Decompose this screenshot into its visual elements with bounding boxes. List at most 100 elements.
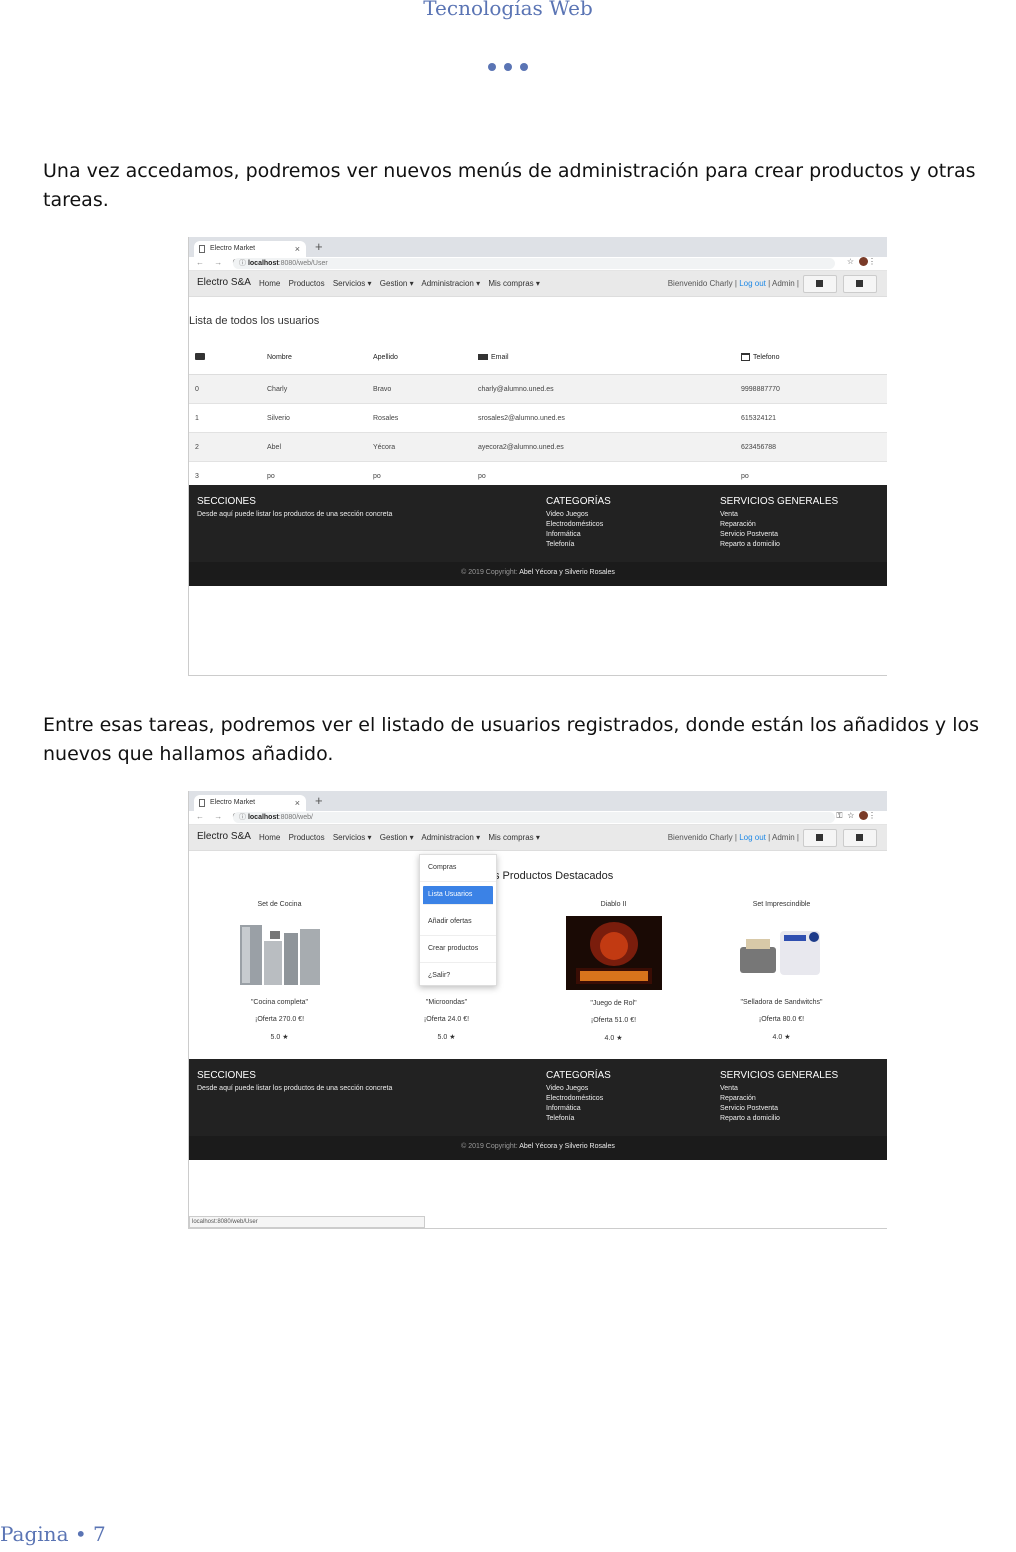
url-host: localhost [247,260,279,267]
nombre-header: Nombre [266,340,372,375]
nav-servicios[interactable]: Servicios ▾ [333,279,372,288]
paragraph-1: Una vez accedamos, podremos ver nuevos m… [43,160,976,211]
categoria-link[interactable]: Electrodomésticos [546,520,611,530]
categoria-link[interactable]: Electrodomésticos [546,1094,611,1104]
address-bar: ← → C ⓘ localhost:8080/web/User ☆ ⋮ [189,257,887,271]
url-path: :8080/web/ [278,814,313,821]
table-row[interactable]: 0 Charly Bravo charly@alumno.uned.es 999… [189,374,887,404]
copyright: © 2019 Copyright: Abel Yécora y Silverio… [189,569,887,576]
nav-mis-compras[interactable]: Mis compras ▾ [488,833,540,842]
close-tab-icon[interactable]: × [295,795,300,811]
menu-item-lista-usuarios[interactable]: Lista Usuarios [423,886,493,905]
categorias-heading: CATEGORÍAS [546,496,611,507]
servicio-link[interactable]: Servicio Postventa [720,530,838,540]
orders-button[interactable] [843,275,877,293]
cell-nombre: Charly [266,374,372,404]
url-field[interactable]: ⓘ localhost:8080/web/User [233,258,835,269]
browser-tab[interactable]: Electro Market × [194,241,306,257]
categoria-link[interactable]: Informática [546,1104,611,1114]
admin-link[interactable]: Admin [772,279,795,288]
servicio-link[interactable]: Reparto a domicilio [720,540,838,550]
profile-avatar[interactable] [859,811,868,821]
nav-productos[interactable]: Productos [289,833,325,842]
cart-button[interactable] [803,275,837,293]
categorias-heading: CATEGORÍAS [546,1070,611,1081]
categoria-link[interactable]: Video Juegos [546,1084,611,1094]
address-bar: ← → C ⓘ localhost:8080/web/ ⚿☆ ⋮ [189,811,887,825]
secciones-heading: SECCIONES [197,1070,256,1081]
product-offer: ¡Oferta 80.0 €! [758,1016,805,1023]
menu-item-crear-productos[interactable]: Crear productos [420,936,496,963]
copyright-names: Abel Yécora y Silverio Rosales [519,569,615,576]
product-rating: 5.0 ★ [437,1034,456,1041]
nav-home[interactable]: Home [259,279,280,288]
footer-categorias: CATEGORÍAS Video Juegos Electrodoméstico… [546,1071,611,1124]
new-tab-button[interactable]: + [315,793,323,808]
table-row[interactable]: 2 Abel Yécora ayecora2@alumno.uned.es 62… [189,432,887,462]
appliances-image [736,921,828,989]
categoria-link[interactable]: Video Juegos [546,510,611,520]
header-dots [0,58,1016,76]
servicio-link[interactable]: Servicio Postventa [720,1104,838,1114]
servicio-link[interactable]: Reparación [720,1094,838,1104]
cart-button[interactable] [803,829,837,847]
nav-administracion[interactable]: Administracion ▾ [421,833,480,842]
users-title: Lista de todos los usuarios [189,315,320,327]
site-brand[interactable]: Electro S&A [197,831,251,842]
url-field[interactable]: ⓘ localhost:8080/web/ [233,812,835,823]
nav-links: Home Productos Servicios ▾ Gestion ▾ Adm… [259,833,546,842]
nav-gestion[interactable]: Gestion ▾ [380,833,414,842]
site-navbar: Electro S&A Home Productos Servicios ▾ G… [189,825,887,851]
product-card[interactable]: Diablo II "Juego de Rol" ¡Oferta 51.0 €!… [526,901,701,1042]
footer-servicios: SERVICIOS GENERALES Venta Reparación Ser… [720,497,838,550]
phone-icon [741,353,750,361]
page-icon [199,245,205,253]
orders-button[interactable] [843,829,877,847]
servicio-link[interactable]: Reparto a domicilio [720,1114,838,1124]
table-row[interactable]: 1 Silverio Rosales srosales2@alumno.uned… [189,403,887,433]
admin-link[interactable]: Admin [772,833,795,842]
document-header: Tecnologías Web [423,0,593,20]
browser-actions[interactable]: ⚿☆ ⋮ [836,811,881,821]
servicio-link[interactable]: Reparación [720,520,838,530]
footer-secciones: SECCIONES Desde aquí puede listar los pr… [197,497,392,520]
product-offer: ¡Oferta 24.0 €! [423,1016,470,1023]
site-navbar: Electro S&A Home Productos Servicios ▾ G… [189,271,887,297]
nav-administracion[interactable]: Administracion ▾ [421,279,480,288]
logout-link[interactable]: Log out [739,833,766,842]
categoria-link[interactable]: Telefonía [546,540,611,550]
nav-mis-compras[interactable]: Mis compras ▾ [488,279,540,288]
categoria-link[interactable]: Telefonía [546,1114,611,1124]
separator: | [734,833,737,842]
tab-title: Electro Market [210,245,256,252]
browser-tab[interactable]: Electro Market × [194,795,306,811]
profile-avatar[interactable] [859,257,868,267]
product-card[interactable]: Set Imprescindible "Selladora de Sandwit… [694,901,869,1041]
cell-telefono: 623456788 [740,432,887,462]
new-tab-button[interactable]: + [315,239,323,254]
categoria-link[interactable]: Informática [546,530,611,540]
cell-email: srosales2@alumno.uned.es [477,403,740,433]
product-card[interactable]: Set de Cocina "Cocina completa" ¡Oferta … [192,901,367,1041]
menu-item-compras[interactable]: Compras [420,855,496,882]
nav-servicios[interactable]: Servicios ▾ [333,833,372,842]
nav-home[interactable]: Home [259,833,280,842]
copyright: © 2019 Copyright: Abel Yécora y Silverio… [189,1143,887,1150]
screenshot-products: Electro Market × + ← → C ⓘ localhost:808… [188,791,887,1229]
servicio-link[interactable]: Venta [720,510,838,520]
logout-link[interactable]: Log out [739,279,766,288]
nav-gestion[interactable]: Gestion ▾ [380,279,414,288]
menu-item-salir[interactable]: ¿Salir? [420,963,496,989]
cell-id: 0 [189,374,266,404]
kitchen-set-image [234,921,326,989]
servicios-heading: SERVICIOS GENERALES [720,1070,839,1081]
close-tab-icon[interactable]: × [295,241,300,257]
site-brand[interactable]: Electro S&A [197,277,251,288]
nav-links: Home Productos Servicios ▾ Gestion ▾ Adm… [259,279,546,288]
footer-secciones: SECCIONES Desde aquí puede listar los pr… [197,1071,392,1094]
nav-productos[interactable]: Productos [289,279,325,288]
browser-actions[interactable]: ☆ ⋮ [847,257,881,267]
servicio-link[interactable]: Venta [720,1084,838,1094]
footer-categorias: CATEGORÍAS Video Juegos Electrodoméstico… [546,497,611,550]
menu-item-anadir-ofertas[interactable]: Añadir ofertas [420,909,496,936]
